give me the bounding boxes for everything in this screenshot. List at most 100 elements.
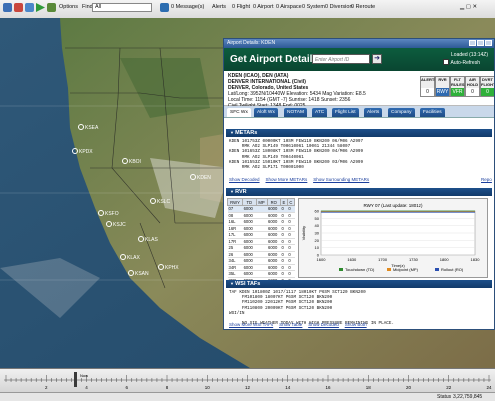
timeline-label: 10 xyxy=(205,385,211,390)
flt-rules-header: FLT RULES xyxy=(451,77,465,88)
find-select[interactable]: All xyxy=(92,3,152,12)
wsi-tafs-text: TAF KDEN 101800Z 1017/1117 18010KT P6SM … xyxy=(229,290,395,327)
tab-atc[interactable]: ATC xyxy=(312,108,328,117)
airport-header: Get Airport Details: Enter Airport ID ➜ … xyxy=(224,48,494,71)
status-indicators: ALERTS 0 RVR RWY FLT RULES VFR AIR HOLD 0 DV… xyxy=(420,76,494,97)
window-titlebar[interactable]: Airport Details: KDEN xyxy=(224,39,494,48)
main-toolbar: Options Find All 0 Message(s) Alerts 0 F… xyxy=(0,0,495,19)
show-both-link[interactable]: Show Both xyxy=(345,322,367,327)
window-controls[interactable]: ▁ ▢ ✕ xyxy=(460,4,477,10)
tab-company[interactable]: Company xyxy=(388,108,415,117)
city-marker[interactable]: KBOI xyxy=(122,158,141,165)
divert-header: DVRT FLIGHTS xyxy=(481,77,494,88)
rvr-col-header[interactable]: RO xyxy=(266,198,281,206)
divert-value[interactable]: 0 xyxy=(481,88,494,96)
tool-icon[interactable] xyxy=(14,3,23,12)
legend-label: Rollout (RO) xyxy=(441,267,464,272)
rvr-col-header[interactable]: TD xyxy=(242,198,257,206)
tab-sfc-wx[interactable]: SFC Wx xyxy=(227,108,251,117)
messages-count[interactable]: 0 Message(s) xyxy=(171,4,204,10)
legend-label: Touchdown (TD) xyxy=(345,267,375,272)
close-icon[interactable] xyxy=(485,40,492,46)
app-menu-icon[interactable] xyxy=(3,3,12,12)
city-marker[interactable]: KSFO xyxy=(98,210,119,217)
tab-flight-list[interactable]: Flight List xyxy=(332,108,359,117)
options-menu[interactable]: Options xyxy=(59,4,78,10)
timeline-label: 6 xyxy=(125,385,128,390)
rvr-col-header[interactable]: C xyxy=(286,198,296,206)
city-marker[interactable]: KDEN xyxy=(190,174,211,181)
message-icon[interactable] xyxy=(160,3,169,12)
repo-link-text[interactable]: Repo xyxy=(481,177,492,182)
city-marker[interactable]: KPDX xyxy=(72,148,93,155)
tab-facilities[interactable]: Facilities xyxy=(420,108,445,117)
city-marker[interactable]: KSLC xyxy=(150,198,170,205)
show-decoded-link[interactable]: Show Decoded xyxy=(229,177,260,182)
x-tick-label: 1730 xyxy=(409,257,419,262)
city-marker[interactable]: KLAX xyxy=(120,254,140,261)
city-marker[interactable]: KLAS xyxy=(138,236,158,243)
flt-rules-value[interactable]: VFR xyxy=(451,88,464,96)
air-hold-value[interactable]: 0 xyxy=(466,88,479,96)
timeline-label: 8 xyxy=(166,385,169,390)
legend-label: Midpoint (MP) xyxy=(393,267,419,272)
timeline-label: 16 xyxy=(325,385,331,390)
diversion-alerts[interactable]: 0 Diversion xyxy=(325,4,353,10)
show-table-link[interactable]: Show Table xyxy=(279,322,302,327)
show-surrounding-metars-link[interactable]: Show Surrounding METARs xyxy=(313,177,369,182)
chart-title: RWY 07 (Last update: 1801z) xyxy=(363,203,423,208)
y-axis-label: Visibility xyxy=(301,226,306,240)
alerts-value[interactable]: 0 xyxy=(421,88,434,96)
play-icon[interactable] xyxy=(36,3,45,12)
show-more-metars-link[interactable]: Show More METARs xyxy=(266,177,308,182)
timeline-ruler[interactable]: 2 4 6 8 10 12 14 16 18 20 22 24Now xyxy=(0,369,495,393)
rvr-chart-svg: RWY 07 (Last update: 1801z)0102030405060… xyxy=(301,203,480,272)
air-hold-header: AIR HOLD xyxy=(466,77,479,88)
minimize-icon[interactable] xyxy=(469,40,476,46)
y-tick-label: 40 xyxy=(315,223,320,228)
show-decoded-link[interactable]: Show Decoded xyxy=(308,322,339,327)
rvr-table: RWY TD MP RO E C 07 6000 6000 0 0 08 6000 6000 0… xyxy=(226,198,296,284)
reroute-alerts[interactable]: 0 Reroute xyxy=(351,4,375,10)
airport-id-input[interactable]: Enter Airport ID xyxy=(312,54,370,64)
metars-text: KDEN 101753Z 00000KT 10SM FEW110 BKN200 … xyxy=(229,139,364,171)
show-more-wsi-tafs-link[interactable]: Show More WSI TAFs xyxy=(229,322,273,327)
rvr-col-header[interactable]: RWY xyxy=(226,198,244,206)
wsi-tafs-section-header[interactable]: WSI TAFs xyxy=(226,280,492,288)
maximize-icon[interactable] xyxy=(477,40,484,46)
go-arrow-icon[interactable]: ➜ xyxy=(372,54,382,64)
rvr-col-header[interactable]: MP xyxy=(255,198,268,206)
tab-aloft-wx[interactable]: Aloft Wx xyxy=(254,108,278,117)
metars-section-header[interactable]: METARs xyxy=(226,129,492,137)
city-marker[interactable]: KPHX xyxy=(158,264,179,271)
rvr-value[interactable]: RWY xyxy=(436,88,449,96)
y-tick-label: 60 xyxy=(315,209,320,214)
layers-icon[interactable] xyxy=(25,3,34,12)
rvr-col-header[interactable]: E xyxy=(279,198,288,206)
rvr-section-header[interactable]: RVR xyxy=(226,188,492,196)
time-slider[interactable]: 2 4 6 8 10 12 14 16 18 20 22 24 Now xyxy=(0,368,495,393)
refresh-icon[interactable] xyxy=(47,3,56,12)
city-marker[interactable]: KSAN xyxy=(128,270,149,277)
y-tick-label: 30 xyxy=(315,231,320,236)
metar-links: Show Decoded Show More METARs Show Surro… xyxy=(229,177,369,182)
city-marker[interactable]: KSEA xyxy=(78,124,98,131)
flight-alerts[interactable]: 0 Flight xyxy=(232,4,250,10)
tab-alerts[interactable]: Alerts xyxy=(364,108,383,117)
auto-refresh-checkbox[interactable]: Auto-Refresh xyxy=(443,59,480,66)
airport-alerts[interactable]: 0 Airport xyxy=(253,4,273,10)
y-tick-label: 10 xyxy=(315,245,320,250)
system-alerts[interactable]: 0 System xyxy=(302,4,325,10)
repo-link-1[interactable]: Repo xyxy=(481,177,492,182)
timeline-cursor-handle[interactable] xyxy=(74,372,77,387)
wsi-links: Show More WSI TAFs Show Table Show Decod… xyxy=(229,322,367,327)
airspace-alerts[interactable]: 0 Airspace xyxy=(276,4,302,10)
alerts-button[interactable]: Alerts xyxy=(212,4,226,10)
rvr-chart: RWY 07 (Last update: 1801z) 0 10 20 30 40 50 60… xyxy=(298,198,488,278)
airport-info: KDEN (ICAO), DEN (IATA) DENVER INTERNATI… xyxy=(224,71,494,109)
tab-notam[interactable]: NOTAM xyxy=(284,108,307,117)
legend-swatch xyxy=(435,268,439,271)
city-marker[interactable]: KSJC xyxy=(106,221,126,228)
timeline-label: 18 xyxy=(366,385,372,390)
timeline-label: 2 xyxy=(45,385,48,390)
